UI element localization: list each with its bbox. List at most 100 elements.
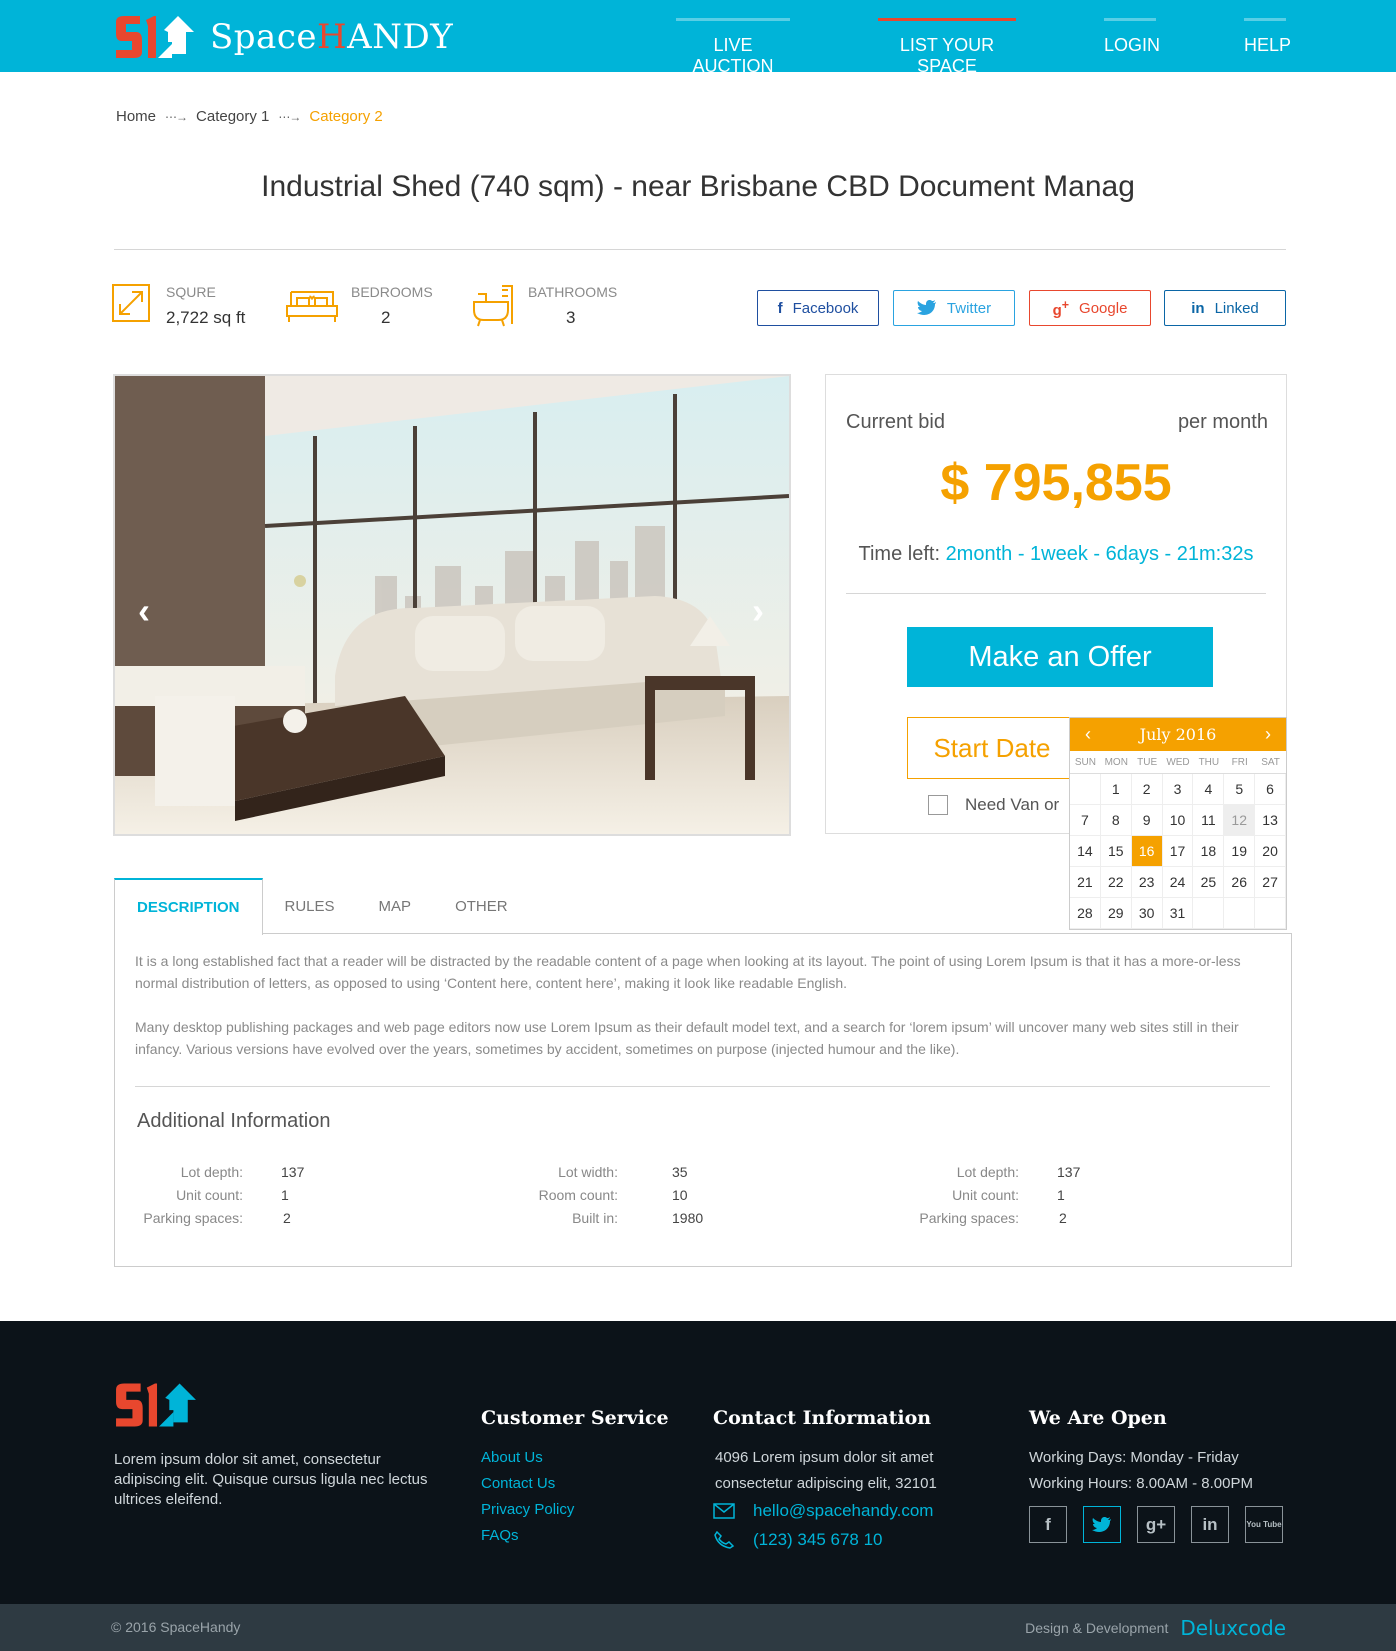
- share-google-button[interactable]: g+ Google: [1029, 290, 1151, 326]
- calendar-weekday: TUE: [1131, 751, 1163, 774]
- calendar-day[interactable]: 24: [1162, 867, 1194, 898]
- nav-list-your-space[interactable]: LIST YOUR SPACE: [878, 18, 1016, 77]
- logo-wordmark: SpaceHANDY: [210, 17, 454, 57]
- info-row: Parking spaces: 2: [919, 1210, 1067, 1226]
- share-facebook-button[interactable]: f Facebook: [757, 290, 879, 326]
- photo-prev-arrow-icon[interactable]: ‹: [138, 590, 150, 632]
- calendar-weekday: SAT: [1255, 751, 1286, 774]
- calendar-day[interactable]: 3: [1162, 774, 1194, 805]
- calendar-day[interactable]: 4: [1193, 774, 1225, 805]
- calendar-day[interactable]: 18: [1193, 836, 1225, 867]
- main-nav: LIVE AUCTION LIST YOUR SPACE LOGIN HELP: [588, 18, 1291, 77]
- footer-link-about-us[interactable]: About Us: [481, 1449, 669, 1466]
- calendar-weekday: WED: [1162, 751, 1194, 774]
- calendar-day[interactable]: 12: [1224, 805, 1256, 836]
- calendar-weekday: FRI: [1224, 751, 1256, 774]
- feature-label: BEDROOMS: [351, 284, 433, 300]
- calendar-day[interactable]: 28: [1070, 898, 1101, 929]
- calendar-day: [1070, 774, 1101, 805]
- footer-facebook-icon[interactable]: f: [1029, 1506, 1067, 1543]
- tab-map[interactable]: MAP: [357, 878, 434, 934]
- calendar-month: July 2016: [1139, 725, 1217, 744]
- footer-youtube-icon[interactable]: You Tube: [1245, 1506, 1283, 1543]
- calendar-day[interactable]: 22: [1100, 867, 1132, 898]
- feature-label: BATHROOMS: [528, 284, 618, 300]
- bathtub-icon: [473, 285, 513, 327]
- footer-link-privacy-policy[interactable]: Privacy Policy: [481, 1501, 669, 1518]
- share-linkedin-button[interactable]: in Linked: [1164, 290, 1286, 326]
- van-option-label: Need Van or: [965, 795, 1060, 814]
- breadcrumb: Home ⋯→ Category 1 ⋯→ Category 2: [116, 108, 383, 125]
- nav-live-auction[interactable]: LIVE AUCTION: [676, 18, 790, 77]
- footer-phone-link[interactable]: (123) 345 678 10: [753, 1530, 883, 1550]
- site-logo[interactable]: SpaceHANDY: [114, 14, 453, 60]
- footer-address: 4096 Lorem ipsum dolor sit amet: [715, 1449, 934, 1466]
- deluxcode-logo[interactable]: Deluxcode: [1180, 1616, 1286, 1640]
- calendar-day[interactable]: 9: [1131, 805, 1163, 836]
- calendar-day[interactable]: 23: [1131, 867, 1163, 898]
- info-row: Unit count: 1: [176, 1187, 289, 1203]
- van-checkbox[interactable]: [928, 795, 948, 815]
- footer-customer-service: Customer Service About Us Contact Us Pri…: [481, 1407, 669, 1553]
- nav-help[interactable]: HELP: [1244, 18, 1291, 77]
- bed-icon: [286, 291, 338, 322]
- share-twitter-button[interactable]: Twitter: [893, 290, 1015, 326]
- breadcrumb-home[interactable]: Home: [116, 108, 156, 125]
- calendar-day[interactable]: 16: [1131, 836, 1163, 867]
- footer-email-link[interactable]: hello@spacehandy.com: [753, 1501, 933, 1521]
- calendar-day[interactable]: 6: [1255, 774, 1286, 805]
- calendar-day[interactable]: 1: [1100, 774, 1132, 805]
- footer-linkedin-icon[interactable]: in: [1191, 1506, 1229, 1543]
- calendar-day[interactable]: 2: [1131, 774, 1163, 805]
- design-credit: Design & Development Deluxcode: [1025, 1616, 1286, 1640]
- breadcrumb-category-2[interactable]: Category 2: [309, 108, 382, 125]
- footer-heading: Customer Service: [481, 1407, 669, 1429]
- calendar-day[interactable]: 29: [1100, 898, 1132, 929]
- footer-hours: We Are Open Working Days: Monday - Frida…: [1029, 1407, 1299, 1543]
- footer-link-faqs[interactable]: FAQs: [481, 1527, 669, 1544]
- nav-login[interactable]: LOGIN: [1104, 18, 1160, 77]
- calendar-day[interactable]: 19: [1224, 836, 1256, 867]
- tab-rules[interactable]: RULES: [263, 878, 357, 934]
- linkedin-icon: in: [1191, 299, 1205, 317]
- breadcrumb-arrow-icon: ⋯→: [278, 109, 301, 124]
- calendar-day[interactable]: 15: [1100, 836, 1132, 867]
- calendar-day[interactable]: 17: [1162, 836, 1194, 867]
- footer-link-contact-us[interactable]: Contact Us: [481, 1475, 669, 1492]
- start-date-button[interactable]: Start Date: [907, 717, 1077, 779]
- photo-next-arrow-icon[interactable]: ›: [752, 590, 764, 632]
- footer-google-plus-icon[interactable]: g+: [1137, 1506, 1175, 1543]
- breadcrumb-category-1[interactable]: Category 1: [196, 108, 269, 125]
- calendar-day[interactable]: 21: [1070, 867, 1101, 898]
- calendar-day[interactable]: 20: [1255, 836, 1286, 867]
- calendar-day[interactable]: 30: [1131, 898, 1163, 929]
- calendar-day[interactable]: 31: [1162, 898, 1194, 929]
- living-room-image: [115, 376, 789, 834]
- calendar-day[interactable]: 8: [1100, 805, 1132, 836]
- calendar-next-icon[interactable]: ›: [1258, 724, 1278, 745]
- footer-twitter-icon[interactable]: [1083, 1506, 1121, 1543]
- feature-value: 2,722 sq ft: [166, 308, 246, 327]
- calendar-day[interactable]: 10: [1162, 805, 1194, 836]
- calendar-day[interactable]: 13: [1255, 805, 1286, 836]
- calendar-day[interactable]: 14: [1070, 836, 1101, 867]
- calendar-day[interactable]: 25: [1193, 867, 1225, 898]
- calendar-day[interactable]: 7: [1070, 805, 1101, 836]
- site-header: SpaceHANDY LIVE AUCTION LIST YOUR SPACE …: [0, 0, 1396, 76]
- make-offer-button[interactable]: Make an Offer: [907, 627, 1213, 687]
- property-photo[interactable]: [113, 374, 791, 836]
- footer-logo-icon[interactable]: [114, 1381, 198, 1429]
- calendar-weekday: SUN: [1070, 751, 1101, 774]
- footer-email: hello@spacehandy.com: [713, 1501, 937, 1521]
- calendar-day[interactable]: 5: [1224, 774, 1256, 805]
- description-paragraph: Many desktop publishing packages and web…: [135, 1019, 1239, 1057]
- calendar-weekday: MON: [1100, 751, 1132, 774]
- calendar-prev-icon[interactable]: ‹: [1078, 724, 1098, 745]
- tab-description[interactable]: DESCRIPTION: [114, 878, 263, 935]
- calendar-day[interactable]: 26: [1224, 867, 1256, 898]
- date-picker: ‹ July 2016 › SUN MON TUE WED THU FRI SAT 1 2 3 4 5…: [1069, 717, 1287, 930]
- calendar-day[interactable]: 11: [1193, 805, 1225, 836]
- tab-other[interactable]: OTHER: [433, 878, 530, 934]
- calendar-day[interactable]: 27: [1255, 867, 1286, 898]
- feature-label: SQURE: [166, 284, 216, 300]
